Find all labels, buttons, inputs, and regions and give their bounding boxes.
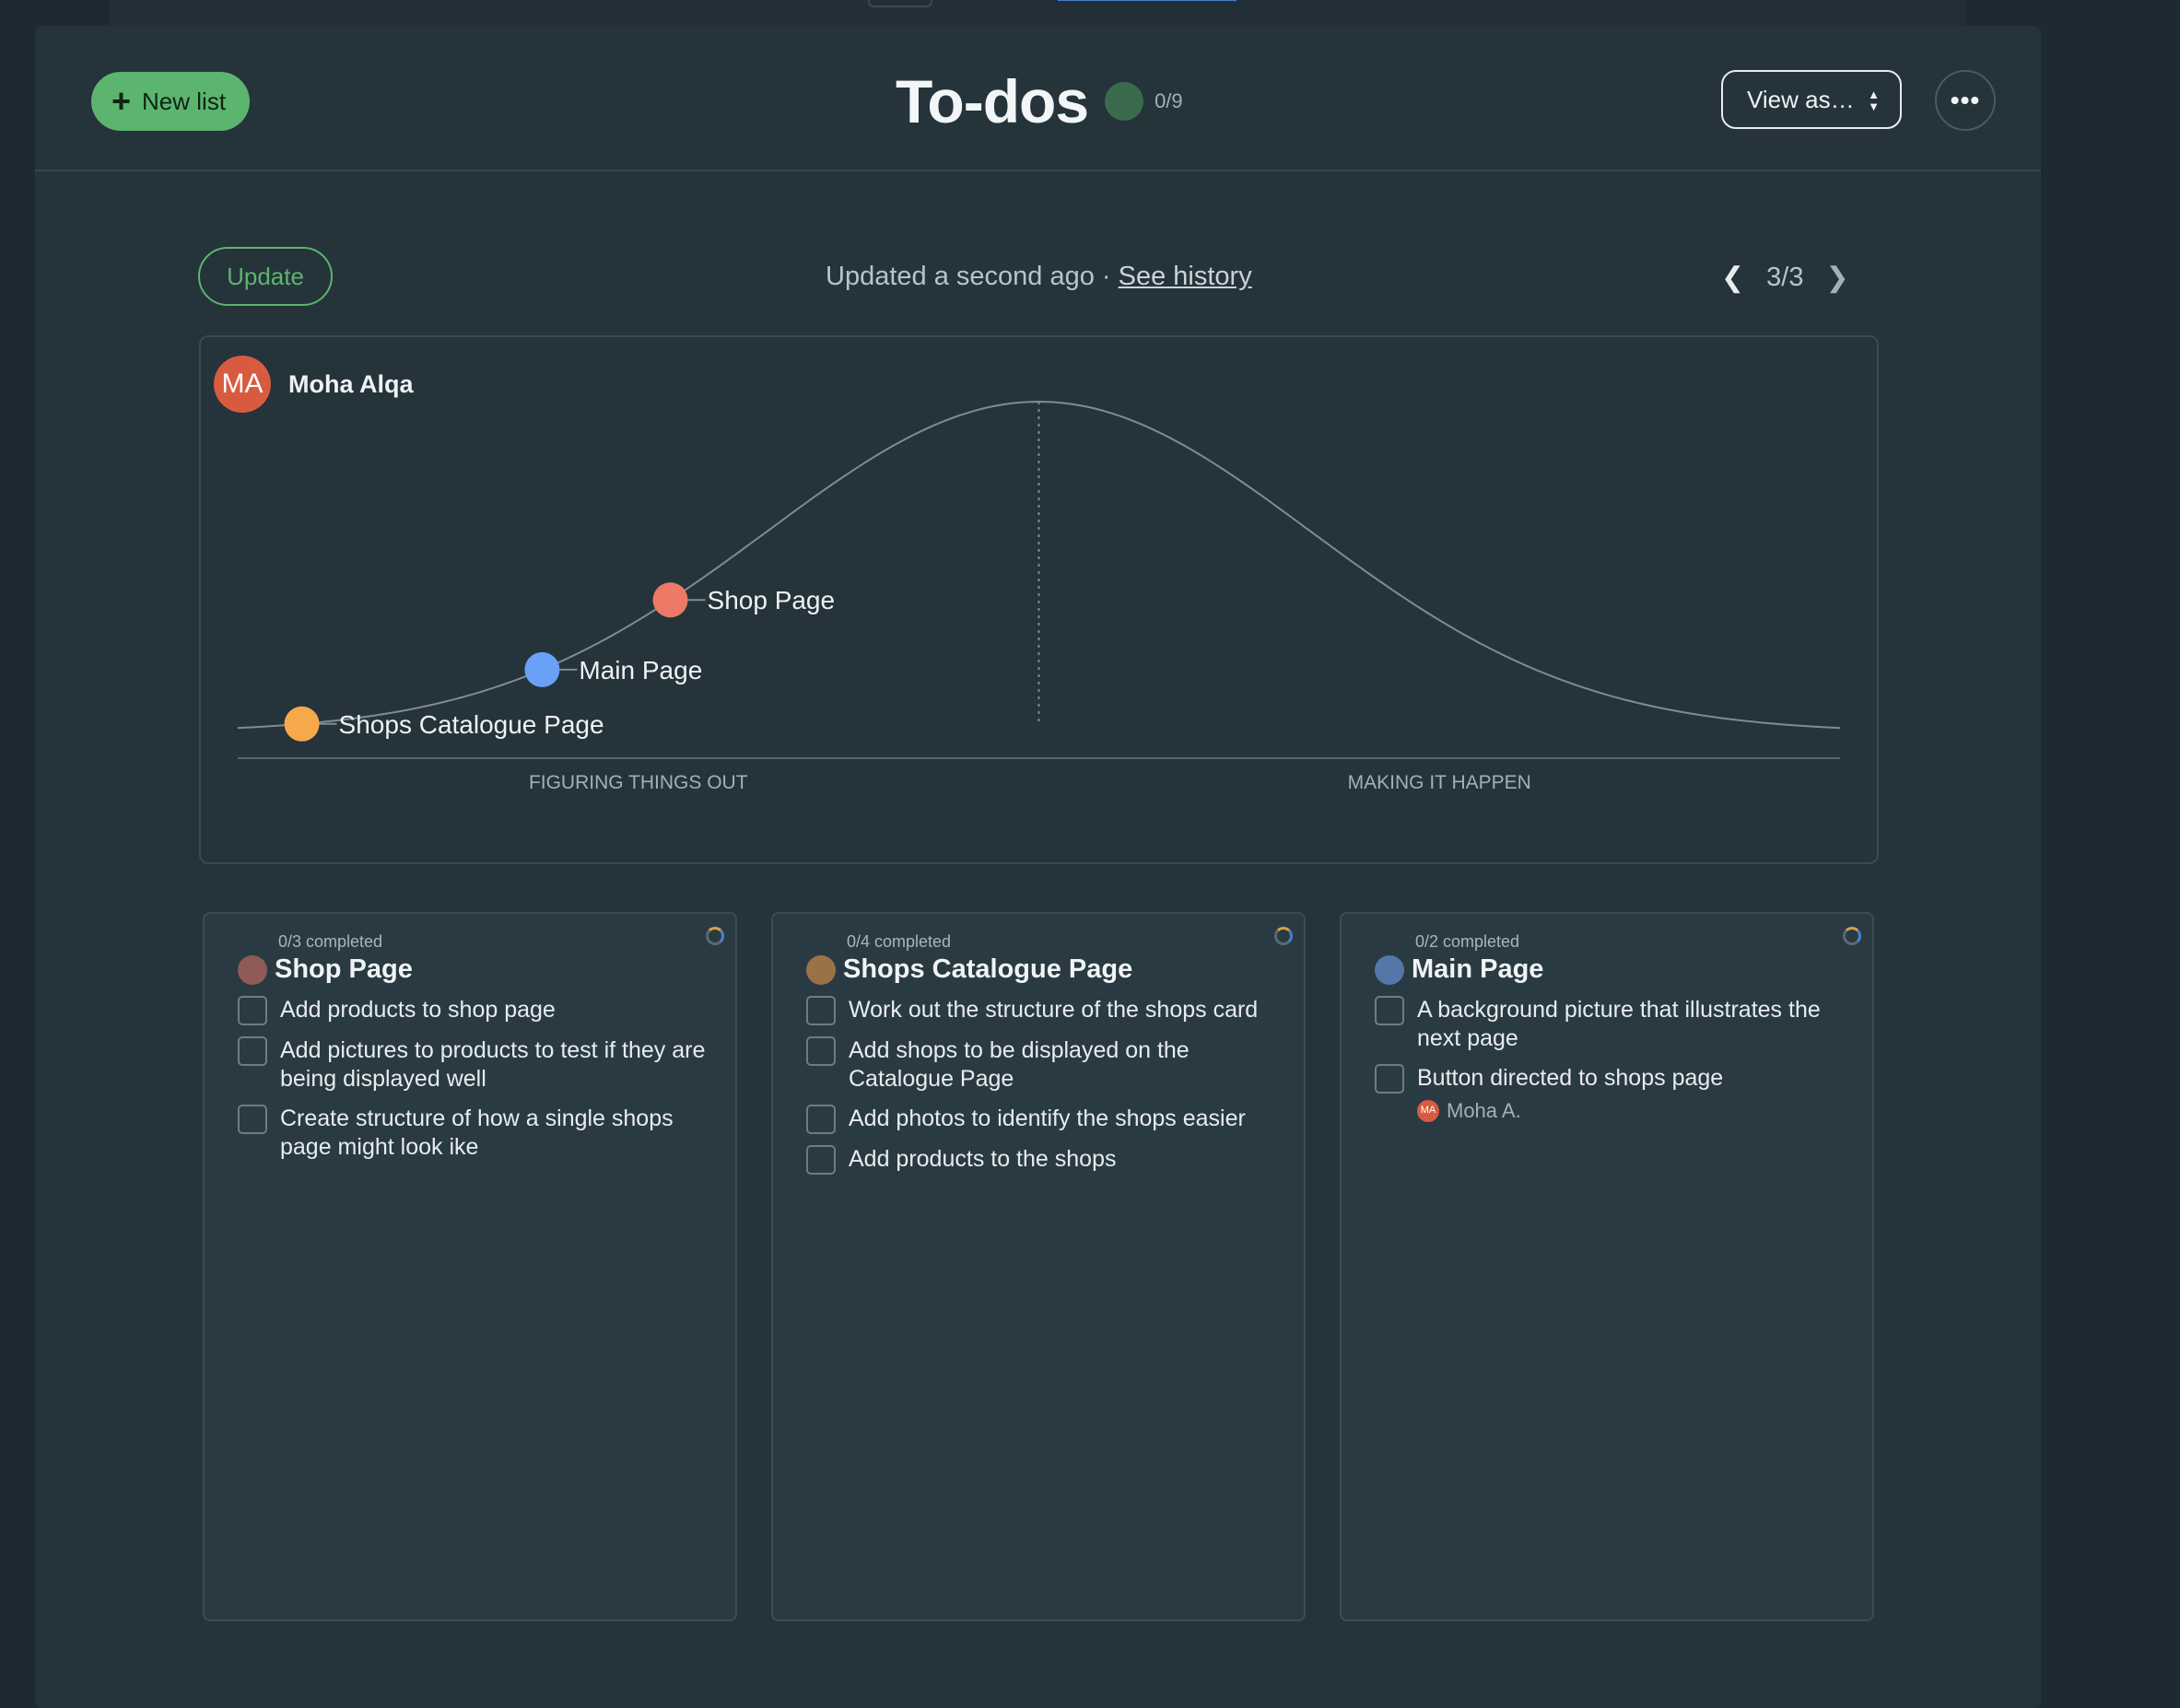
list-progress-pie-icon bbox=[806, 954, 836, 985]
todo-checkbox[interactable] bbox=[238, 996, 267, 1025]
todo-checkbox[interactable] bbox=[806, 1145, 836, 1175]
list-completed-count: 0/2 completed bbox=[1415, 932, 1520, 951]
view-as-label: View as… bbox=[1747, 85, 1855, 113]
hill-point[interactable] bbox=[524, 651, 560, 687]
todo-list-card[interactable]: 0/3 completed Shop Page Add products to sh… bbox=[203, 912, 737, 1621]
hill-chart-svg: FIGURING THINGS OUT MAKING IT HAPPEN Sho… bbox=[237, 400, 1841, 793]
list-header: Shop Page bbox=[238, 954, 735, 985]
todo-text[interactable]: Add photos to identify the shops easier bbox=[849, 1106, 1246, 1131]
todo-checkbox[interactable] bbox=[238, 1105, 267, 1134]
hill-pager: ❮ 3/3 ❯ bbox=[1721, 262, 1849, 294]
new-list-label: New list bbox=[142, 87, 227, 115]
updown-arrows-icon: ▲ ▼ bbox=[1868, 88, 1880, 113]
top-tab[interactable] bbox=[868, 0, 932, 7]
more-options-button[interactable]: ••• bbox=[1935, 70, 1996, 131]
pager-text: 3/3 bbox=[1766, 263, 1804, 292]
todo-items: Add products to shop page Add pictures to… bbox=[238, 996, 735, 1162]
list-title[interactable]: Shop Page bbox=[275, 954, 413, 985]
todo-text[interactable]: Add products to shop page bbox=[280, 997, 556, 1023]
todo-checkbox[interactable] bbox=[806, 996, 836, 1025]
chevron-left-icon[interactable]: ❮ bbox=[1721, 262, 1744, 294]
list-header: Main Page bbox=[1375, 954, 1872, 985]
assignee-name: Moha A. bbox=[1447, 1099, 1521, 1122]
todo-checkbox[interactable] bbox=[238, 1036, 267, 1066]
todo-item: Create structure of how a single shops p… bbox=[238, 1105, 735, 1162]
hill-point[interactable] bbox=[284, 706, 320, 742]
todo-checkbox[interactable] bbox=[1375, 1064, 1404, 1094]
todo-item: Add shops to be displayed on the Catalog… bbox=[806, 1036, 1304, 1094]
todo-items: Work out the structure of the shops card… bbox=[806, 996, 1304, 1175]
todo-checkbox[interactable] bbox=[806, 1105, 836, 1134]
list-header: Shops Catalogue Page bbox=[806, 954, 1304, 985]
todo-item: Button directed to shops page MA Moha A. bbox=[1375, 1064, 1872, 1125]
todo-assignee: MA Moha A. bbox=[1417, 1096, 1850, 1125]
page-title: To-dos bbox=[896, 67, 1089, 135]
plus-icon: + bbox=[111, 82, 132, 120]
view-as-select[interactable]: View as… ▲ ▼ bbox=[1721, 70, 1902, 129]
title-group: To-dos 0/9 bbox=[896, 66, 1183, 136]
todo-text[interactable]: Create structure of how a single shops p… bbox=[280, 1106, 674, 1160]
todo-text[interactable]: Button directed to shops page bbox=[1417, 1065, 1723, 1091]
todo-text[interactable]: Add shops to be displayed on the Catalog… bbox=[849, 1037, 1190, 1092]
progress-pie-icon bbox=[1105, 82, 1144, 121]
todo-items: A background picture that illustrates th… bbox=[1375, 996, 1872, 1125]
todo-item: Add pictures to products to test if they… bbox=[238, 1036, 735, 1094]
chevron-right-icon[interactable]: ❯ bbox=[1825, 262, 1848, 294]
todo-text[interactable]: Add pictures to products to test if they… bbox=[280, 1037, 705, 1092]
todo-text[interactable]: A background picture that illustrates th… bbox=[1417, 997, 1821, 1051]
todo-item: A background picture that illustrates th… bbox=[1375, 996, 1872, 1053]
hill-chart: MA Moha Alqa FIGURING THINGS OUT MAKING … bbox=[199, 335, 1879, 864]
todo-checkbox[interactable] bbox=[1375, 996, 1404, 1025]
todo-item: Add products to the shops bbox=[806, 1145, 1304, 1175]
phase-left-label: FIGURING THINGS OUT bbox=[529, 772, 748, 793]
todo-text[interactable]: Add products to the shops bbox=[849, 1146, 1116, 1172]
top-tab-active-indicator bbox=[1058, 0, 1237, 1]
update-button[interactable]: Update bbox=[198, 247, 333, 306]
hill-point-label: Shops Catalogue Page bbox=[339, 710, 604, 739]
top-strip bbox=[109, 0, 1966, 26]
loading-spinner-icon bbox=[1843, 927, 1861, 945]
list-title[interactable]: Shops Catalogue Page bbox=[843, 954, 1132, 985]
list-progress-pie-icon bbox=[238, 954, 267, 985]
list-title[interactable]: Main Page bbox=[1412, 954, 1543, 985]
updated-text: Updated a second ago · bbox=[826, 262, 1119, 291]
list-completed-count: 0/3 completed bbox=[278, 932, 383, 951]
header: + New list To-dos 0/9 View as… ▲ ▼ ••• bbox=[35, 26, 2041, 171]
list-progress-pie-icon bbox=[1375, 954, 1404, 985]
updated-status: Updated a second ago · See history bbox=[826, 262, 1252, 292]
loading-spinner-icon bbox=[1274, 927, 1293, 945]
phase-right-label: MAKING IT HAPPEN bbox=[1348, 772, 1531, 793]
todo-item: Add photos to identify the shops easier bbox=[806, 1105, 1304, 1134]
todo-text[interactable]: Work out the structure of the shops card bbox=[849, 997, 1258, 1023]
loading-spinner-icon bbox=[706, 927, 724, 945]
todo-count: 0/9 bbox=[1154, 89, 1183, 112]
todos-panel: + New list To-dos 0/9 View as… ▲ ▼ ••• Up… bbox=[35, 26, 2041, 1708]
todo-item: Work out the structure of the shops card bbox=[806, 996, 1304, 1025]
new-list-button[interactable]: + New list bbox=[91, 72, 251, 131]
assignee-avatar: MA bbox=[1417, 1099, 1439, 1122]
todo-list-card[interactable]: 0/4 completed Shops Catalogue Page Work ou… bbox=[771, 912, 1306, 1621]
hill-point[interactable] bbox=[652, 582, 688, 618]
hill-point-label: Main Page bbox=[579, 656, 702, 684]
list-completed-count: 0/4 completed bbox=[847, 932, 952, 951]
todo-list-card[interactable]: 0/2 completed Main Page A background pictu… bbox=[1340, 912, 1874, 1621]
see-history-link[interactable]: See history bbox=[1119, 262, 1252, 291]
todo-lists: 0/3 completed Shop Page Add products to sh… bbox=[203, 912, 1874, 1621]
todo-checkbox[interactable] bbox=[806, 1036, 836, 1066]
ellipsis-icon: ••• bbox=[1950, 86, 1981, 114]
todo-item: Add products to shop page bbox=[238, 996, 735, 1025]
hill-point-label: Shop Page bbox=[708, 586, 836, 614]
